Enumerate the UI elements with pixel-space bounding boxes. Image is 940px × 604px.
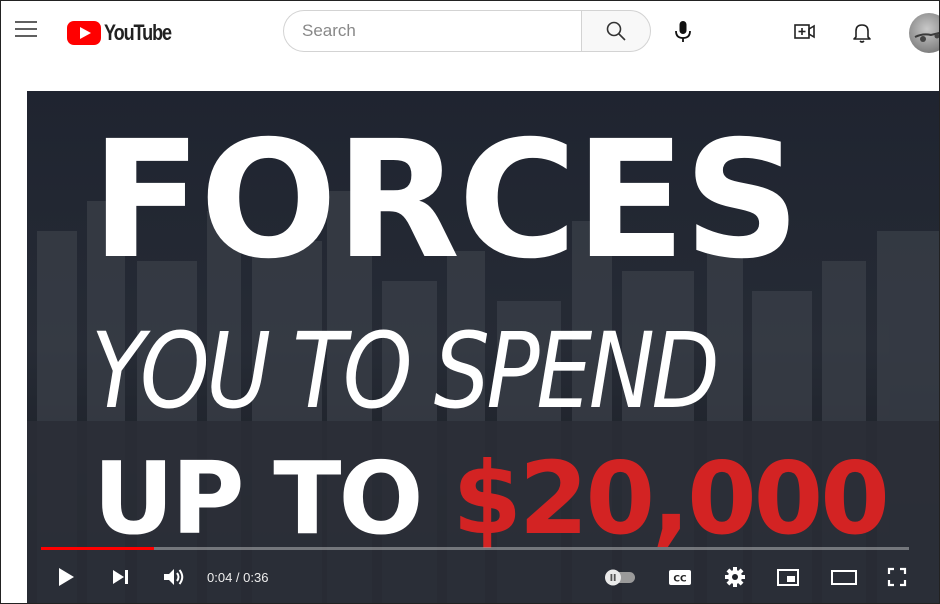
thumbnail-title-line-2: YOU TO SPEND	[91, 310, 720, 432]
next-button[interactable]	[109, 565, 133, 594]
theater-mode-button[interactable]	[829, 565, 859, 594]
avatar[interactable]	[909, 13, 939, 53]
autoplay-toggle[interactable]	[603, 567, 639, 592]
fullscreen-icon	[887, 567, 907, 587]
avatar-image	[914, 31, 939, 42]
miniplayer-icon	[777, 569, 799, 586]
create-video-icon	[794, 24, 815, 39]
microphone-icon	[675, 21, 691, 42]
thumbnail-title-line-3-prefix: UP TO	[93, 440, 453, 557]
theater-mode-icon	[831, 570, 857, 585]
youtube-play-icon	[67, 21, 101, 45]
fullscreen-button[interactable]	[885, 565, 909, 594]
search-button[interactable]	[581, 10, 651, 52]
progress-bar[interactable]	[41, 547, 909, 550]
search-input[interactable]	[300, 20, 565, 42]
captions-button[interactable]: CC	[667, 565, 693, 594]
menu-icon[interactable]	[15, 21, 37, 41]
video-player[interactable]: FORCES YOU TO SPEND UP TO $20,000 0:04 /…	[27, 91, 939, 603]
bell-icon	[853, 24, 871, 43]
youtube-logo[interactable]: YouTube	[67, 20, 186, 45]
search-icon	[606, 21, 626, 41]
settings-gear-icon	[725, 567, 745, 587]
autoplay-toggle-icon	[605, 569, 635, 586]
notifications-button[interactable]	[847, 17, 877, 47]
voice-search-button[interactable]	[665, 14, 701, 50]
thumbnail-title-money: $20,000	[452, 440, 889, 557]
logo-text: YouTube	[104, 20, 172, 45]
thumbnail-title-line-3: UP TO $20,000	[93, 443, 939, 555]
time-display: 0:04 / 0:36	[207, 570, 269, 585]
progress-bar-played	[41, 547, 154, 550]
next-icon	[113, 570, 128, 584]
player-controls: 0:04 / 0:36 CC	[27, 553, 939, 603]
search-box[interactable]	[283, 10, 581, 52]
svg-text:CC: CC	[673, 575, 687, 585]
browser-window: YouTube Search FORCES YOU TO SPEND UP TO…	[0, 0, 940, 604]
play-button[interactable]	[55, 565, 77, 594]
miniplayer-button[interactable]	[775, 565, 801, 594]
settings-button[interactable]	[723, 565, 747, 594]
volume-icon	[164, 569, 184, 585]
volume-button[interactable]	[161, 565, 187, 594]
masthead: YouTube	[1, 1, 939, 65]
play-icon	[59, 568, 74, 586]
create-button[interactable]	[789, 17, 819, 47]
thumbnail-title-line-1: FORCES	[91, 107, 800, 295]
captions-icon: CC	[669, 570, 691, 585]
